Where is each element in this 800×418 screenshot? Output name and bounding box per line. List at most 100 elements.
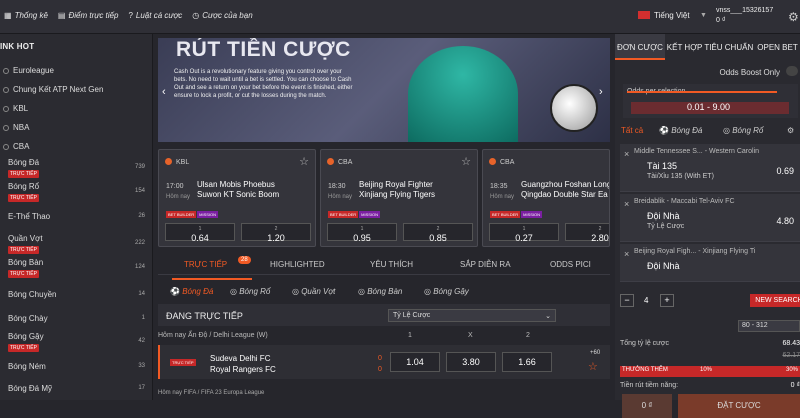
hot-item[interactable]: Euroleague bbox=[0, 61, 153, 80]
hot-item[interactable]: KBL bbox=[0, 99, 153, 118]
total-odds-row: Tổng tỷ lệ cược 68.43 bbox=[620, 340, 800, 347]
potential-win-row: Tiền rút tiềm năng: 0 ₫ bbox=[620, 382, 800, 389]
star-icon[interactable]: ☆ bbox=[588, 360, 598, 373]
tab-live[interactable]: TRỰC TIẾP bbox=[184, 260, 227, 269]
star-icon[interactable]: ☆ bbox=[299, 155, 309, 168]
ball-image bbox=[550, 84, 598, 132]
gear-icon[interactable]: ⚙ bbox=[787, 126, 794, 135]
place-bet-button[interactable]: ĐẶT CƯỢC bbox=[678, 394, 800, 418]
user-info[interactable]: vnss___15326157 0 ₫ bbox=[716, 6, 773, 26]
sport-tab-cricket[interactable]: ◎ Bóng Gậy bbox=[424, 287, 469, 296]
match-teams: Sudeva Delhi FC Royal Rangers FC bbox=[210, 354, 276, 374]
bet-odds: 0.69 bbox=[776, 166, 794, 176]
sport-count: 17 bbox=[138, 385, 145, 391]
cash-out-banner[interactable]: RÚT TIỀN CƯỢC Cash Out is a revolutionar… bbox=[158, 38, 610, 142]
username: vnss___15326157 bbox=[716, 7, 774, 14]
main-content: RÚT TIỀN CƯỢC Cash Out is a revolutionar… bbox=[158, 38, 610, 400]
minus-button[interactable]: − bbox=[620, 294, 634, 307]
close-icon[interactable]: × bbox=[624, 249, 629, 259]
sport-count: 154 bbox=[134, 188, 145, 194]
bet-selection[interactable]: × Beijing Royal Figh... - Xinjiang Flyin… bbox=[620, 244, 800, 282]
sport-name: E-Thể Thao bbox=[8, 212, 51, 221]
tab-odds-pick[interactable]: ODDS PICI bbox=[550, 260, 591, 269]
new-search-button[interactable]: NEW SEARCH bbox=[750, 294, 800, 307]
bet-pick: Đội Nhà bbox=[647, 211, 680, 221]
odds-button[interactable]: 2 0.85 bbox=[403, 223, 473, 243]
bet-market: Tỷ Lệ Cược bbox=[647, 223, 685, 230]
chevron-right-icon[interactable]: › bbox=[599, 86, 603, 98]
odds-button[interactable]: 2 1.20 bbox=[241, 223, 311, 243]
sport-name: Bóng Đá Mỹ bbox=[8, 384, 53, 393]
odds-button[interactable]: 2 2.80 bbox=[565, 223, 609, 243]
match-card[interactable]: CBA ☆ 18:30 Hôm nay Beijing Royal Fighter… bbox=[320, 149, 478, 247]
odds-button[interactable]: 1 0.95 bbox=[327, 223, 397, 243]
hot-item[interactable]: Chung Kết ATP Next Gen bbox=[0, 80, 153, 99]
chevron-down-icon[interactable]: ▼ bbox=[700, 12, 707, 19]
market-select[interactable]: Tỷ Lệ Cược ⌄ bbox=[388, 309, 556, 322]
sport-count: 1 bbox=[141, 315, 145, 321]
tab-highlighted[interactable]: HIGHLIGHTED bbox=[270, 260, 325, 269]
match-card[interactable]: CBA 18:35 Hôm nay Guangzhou Foshan Longli… bbox=[482, 149, 610, 247]
sport-count: 14 bbox=[138, 291, 145, 297]
sport-tabs: ⚽ Bóng Đá ◎ Bóng Rổ ◎ Quần Vợt ◎ Bóng Bà… bbox=[158, 280, 610, 302]
tab-combo[interactable]: KẾT HỢP TIÊU CHUẨN bbox=[665, 34, 755, 60]
sport-tab-basketball[interactable]: ◎ Bóng Rổ bbox=[230, 287, 270, 296]
tab-open-bet[interactable]: OPEN BET bbox=[755, 34, 800, 60]
bet-selection[interactable]: × Breidablik - Maccabi Tel-Aviv FC Đội N… bbox=[620, 194, 800, 242]
stake-amount-field[interactable]: 0 ₫ bbox=[622, 394, 672, 418]
hot-item[interactable]: CBA bbox=[0, 137, 153, 156]
odds-away-button[interactable]: 1.66 bbox=[502, 352, 552, 372]
odds-columns: Hôm nay Ấn Độ / Delhi League (W) 1 X 2 bbox=[158, 328, 610, 344]
tab-upcoming[interactable]: SẮP DIỄN RA bbox=[460, 260, 511, 269]
plus-button[interactable]: + bbox=[660, 294, 674, 307]
odds-home-button[interactable]: 1.04 bbox=[390, 352, 440, 372]
nav-my-bets[interactable]: ◷ Cược của bạn bbox=[192, 11, 252, 20]
match-card[interactable]: KBL ☆ 17:00 Hôm nay Ulsan Mobis Phoebus Su… bbox=[158, 149, 316, 247]
basketball-icon bbox=[489, 158, 496, 165]
sport-tab-football[interactable]: ⚽ Bóng Đá bbox=[170, 287, 213, 296]
basketball-icon bbox=[165, 158, 172, 165]
nav-live-score[interactable]: ▤ Điểm trực tiếp bbox=[58, 11, 119, 20]
card-tags: BET BUILDER MISSION bbox=[490, 211, 543, 218]
card-tags: BET BUILDER MISSION bbox=[166, 211, 219, 218]
vietnam-flag-icon bbox=[638, 11, 650, 19]
filter-basketball[interactable]: ◎ Bóng Rổ bbox=[723, 126, 763, 135]
card-time: 18:35 Hôm nay bbox=[490, 183, 515, 200]
nav-stats[interactable]: ▦ Thống kê bbox=[4, 11, 48, 20]
nav-rules[interactable]: ? Luật cá cược bbox=[128, 11, 182, 20]
filter-all[interactable]: Tất cả bbox=[621, 126, 643, 135]
chevron-left-icon[interactable]: ‹ bbox=[162, 86, 166, 98]
live-badge: TRỰC TIẾP bbox=[8, 194, 39, 202]
odds-button[interactable]: 1 0.27 bbox=[489, 223, 559, 243]
odds-slider[interactable] bbox=[627, 91, 777, 93]
bet-slip-tabs: ĐƠN CƯỢC KẾT HỢP TIÊU CHUẨN OPEN BET bbox=[615, 34, 800, 60]
sport-tab-tennis[interactable]: ◎ Quần Vợt bbox=[292, 287, 335, 296]
odds-draw-button[interactable]: 3.80 bbox=[446, 352, 496, 372]
card-time: 18:30 Hôm nay bbox=[328, 183, 353, 200]
odds-boost-toggle[interactable] bbox=[786, 66, 798, 76]
odds-button[interactable]: 1 0.64 bbox=[165, 223, 235, 243]
filter-football[interactable]: ⚽ Bóng Đá bbox=[659, 126, 702, 135]
main-tabs: TRỰC TIẾP 28 HIGHLIGHTED YÊU THÍCH SẮP D… bbox=[158, 253, 610, 275]
sport-tab-table-tennis[interactable]: ◎ Bóng Bàn bbox=[358, 287, 402, 296]
tab-single[interactable]: ĐƠN CƯỢC bbox=[615, 34, 665, 60]
circle-icon bbox=[3, 67, 9, 74]
live-badge: TRỰC TIẾP bbox=[170, 359, 196, 366]
close-icon[interactable]: × bbox=[624, 199, 629, 209]
bet-selection[interactable]: × Middle Tennessee S... - Western Caroli… bbox=[620, 144, 800, 192]
sport-name: Quần Vợt bbox=[8, 234, 43, 243]
hot-item[interactable]: NBA bbox=[0, 118, 153, 137]
more-markets[interactable]: +60 bbox=[590, 350, 600, 356]
chevron-down-icon: ⌄ bbox=[545, 313, 551, 320]
circle-icon bbox=[3, 143, 9, 150]
hot-links-header: INK HOT bbox=[0, 42, 35, 51]
language-select[interactable]: Tiếng Việt bbox=[654, 11, 690, 20]
tab-favorites[interactable]: YÊU THÍCH bbox=[370, 260, 413, 269]
gear-icon[interactable]: ⚙ bbox=[788, 10, 799, 24]
close-icon[interactable]: × bbox=[624, 149, 629, 159]
sport-count: 42 bbox=[138, 338, 145, 344]
stake-range-input[interactable]: 80 - 312 bbox=[738, 320, 800, 332]
star-icon[interactable]: ☆ bbox=[461, 155, 471, 168]
live-match-row[interactable]: TRỰC TIẾP Sudeva Delhi FC Royal Rangers F… bbox=[158, 345, 610, 379]
card-league: KBL bbox=[165, 158, 189, 166]
